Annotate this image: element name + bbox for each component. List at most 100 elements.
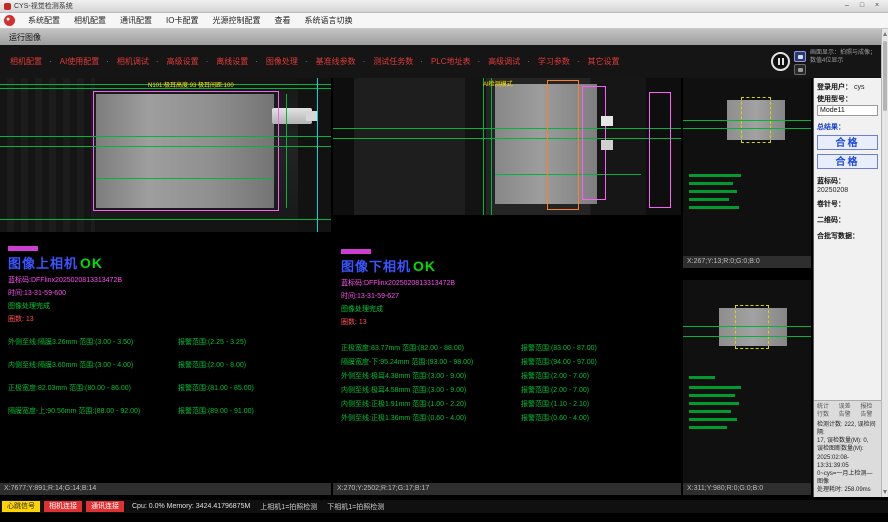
toolbar-right-controls: 画面显示：拍照与成像；数值4位显示	[771, 50, 876, 75]
measure-line-cyan	[317, 78, 318, 232]
thumbnail-view-2[interactable]	[683, 280, 811, 483]
login-user-label: 登录用户：	[817, 82, 852, 92]
toolbar-offline-settings[interactable]: 离线设置	[212, 56, 262, 67]
measurement-row: 内侧至线:隔膜3.60mm 范围:(3.00 - 4.00) 报警范围:(2.0…	[8, 360, 323, 370]
camera-image-lower[interactable]: AI检测模式	[333, 78, 681, 215]
measurement-list-upper: 外侧至线:隔膜3.26mm 范围:(3.00 - 3.50) 报警范围:(2.2…	[8, 337, 323, 416]
menu-item-system-config[interactable]: 系统配置	[21, 15, 67, 26]
result-title-upper: 图像上相机	[8, 256, 78, 271]
time-line-lower: 时间:13-31-59-627	[341, 291, 673, 301]
count-line-lower: 圈数: 13	[341, 317, 673, 327]
toolbar-learning-params[interactable]: 学习参数	[534, 56, 584, 67]
toolbar: 相机配置 AI使用配置 相机调试 高级设置 离线设置 图像处理 基准线参数 测试…	[0, 45, 888, 78]
scrollbar-thumb[interactable]	[883, 41, 887, 111]
tab-run-image-label: 运行图像	[9, 32, 41, 43]
toolbar-baseline-params[interactable]: 基准线参数	[312, 56, 370, 67]
lock-button[interactable]	[794, 51, 806, 62]
toolbar-camera-config[interactable]: 相机配置	[6, 56, 56, 67]
stats-line: 17, 误检数量(M): 0,	[817, 437, 878, 445]
pixel-coords-thumb-1: X:267;Y:13;R:0;G:0;B:0	[683, 256, 811, 268]
toolbar-image-processing[interactable]: 图像处理	[262, 56, 312, 67]
measurement-row: 外侧至线:隔膜3.26mm 范围:(3.00 - 3.50) 报警范围:(2.2…	[8, 337, 323, 347]
lower-camera-status: 下相机1=拍照检测	[327, 502, 384, 512]
result-panel-upper: 图像上相机OK 蓝标码:DFFlinx2025020813313472B 时间:…	[0, 232, 331, 483]
measurement-row: 正极宽度:83.77mm 范围:(82.00 - 88.00) 报警范围:(83…	[341, 343, 673, 353]
toolbar-ai-config[interactable]: AI使用配置	[56, 56, 113, 67]
toolbar-advanced-debug[interactable]: 高级调试	[484, 56, 534, 67]
measurement-row: 隔膜宽度-上:90.56mm 范围:(88.00 - 92.00) 报警范围:(…	[8, 406, 323, 416]
close-button[interactable]: ×	[870, 1, 884, 11]
minimize-button[interactable]: –	[840, 1, 854, 11]
stats-line: 2025:02:08-13:31:39:05	[817, 454, 878, 470]
barcode-line-upper: 蓝标码:DFFlinx2025020813313472B	[8, 275, 323, 285]
stats-tab-error[interactable]: 误差告警	[839, 403, 857, 419]
menu-item-language-switch[interactable]: 系统语言切换	[297, 15, 359, 26]
thumbnail-column: X:267;Y:13;R:0;G:0;B:0 X:311;Y:980;R:0;G…	[683, 78, 811, 495]
stats-tab-rows[interactable]: 统计行数	[817, 403, 835, 419]
scroll-up-icon[interactable]	[883, 32, 887, 36]
zoom-hint-text: 画面显示：拍照与成像；数值4位显示	[810, 50, 876, 66]
menu-item-camera-config[interactable]: 相机配置	[67, 15, 113, 26]
camera-view-lower: AI检测模式 图像下相机OK 蓝标码:DFFlinx20250208133134…	[333, 78, 681, 495]
menu-item-view[interactable]: 查看	[267, 15, 297, 26]
camera-view-upper: N101:极耳高度:93 极耳间距:100 图像上相机OK 蓝标码:DFFlin…	[0, 78, 331, 495]
result-tag-bar	[8, 246, 38, 251]
batch-code-value: 20250208	[817, 187, 878, 194]
result-title-lower: 图像下相机	[341, 259, 411, 274]
pause-button[interactable]	[771, 52, 790, 71]
statistics-block: 统计行数 误差告警 报检告警 检测计数: 222, 误检间隔: 17, 误检数量…	[814, 400, 881, 497]
count-line-upper: 圈数: 13	[8, 314, 323, 324]
brand-logo-icon	[4, 15, 15, 26]
roi-rect-magenta	[582, 86, 606, 200]
result-panel-lower: 图像下相机OK 蓝标码:DFFlinx2025020813313472B 时间:…	[333, 215, 681, 483]
pixel-coords-lower: X:270;Y:2502;R:17;G:17;B:17	[333, 483, 681, 495]
toolbar-advanced-settings[interactable]: 高级设置	[163, 56, 213, 67]
toolbar-other-settings[interactable]: 其它设置	[584, 56, 624, 67]
status-line-upper: 图像处理完成	[8, 301, 323, 311]
result-ok-upper: OK	[80, 255, 103, 271]
barcode-line-lower: 蓝标码:DFFlinx2025020813313472B	[341, 278, 673, 288]
stats-line: 处理耗时: 258.09ms	[817, 486, 878, 494]
measurement-row: 内侧至线:极耳4.58mm 范围:(3.00 - 9.00) 报警范围:(2.0…	[341, 385, 673, 395]
thumbnail-view-1[interactable]	[683, 78, 811, 256]
pixel-coords-upper: X:7677;Y:891;R:14;G:14;B:14	[0, 483, 331, 495]
maximize-button[interactable]: □	[855, 1, 869, 11]
qrcode-label: 二维码：	[817, 215, 878, 225]
stats-line: 误检图断数量(M):	[817, 445, 878, 453]
stats-tab-alarm[interactable]: 报检告警	[860, 403, 878, 419]
result-ok-lower: OK	[413, 258, 436, 274]
model-select[interactable]: Mode11	[817, 105, 878, 116]
titlebar: CYS-视觉检测系统 – □ ×	[0, 0, 888, 13]
vertical-scrollbar[interactable]	[881, 29, 888, 497]
batch-code-label: 蓝标码：	[817, 176, 878, 186]
comm-connection-indicator: 通讯连接	[86, 501, 124, 512]
camera-connection-indicator: 相机连接	[44, 501, 82, 512]
heartbeat-indicator: 心跳信号	[2, 501, 40, 512]
measurement-row: 内侧至线:正极1.91mm 范围:(1.00 - 2.20) 报警范围:(1.1…	[341, 399, 673, 409]
cpu-memory-text: Cpu: 0.0% Memory: 3424.41796875M	[132, 503, 250, 510]
app-icon	[4, 3, 11, 10]
measurement-row: 隔膜宽度-下:95.24mm 范围:(93.00 - 98.00) 报警范围:(…	[341, 357, 673, 367]
menu-item-io-config[interactable]: IO卡配置	[159, 15, 205, 26]
needle-no-label: 卷针号：	[817, 199, 878, 209]
measurement-list-lower: 正极宽度:83.77mm 范围:(82.00 - 88.00) 报警范围:(83…	[341, 343, 673, 423]
roi-rect-orange	[547, 80, 579, 210]
menu-item-light-config[interactable]: 光源控制配置	[205, 15, 267, 26]
toolbar-plc-address[interactable]: PLC地址表	[427, 56, 484, 67]
statusbar: 心跳信号 相机连接 通讯连接 Cpu: 0.0% Memory: 3424.41…	[0, 500, 888, 513]
measurement-row: 正极宽度:82.03mm 范围:(80.00 - 86.00) 报警范围:(81…	[8, 383, 323, 393]
scroll-down-icon[interactable]	[883, 490, 887, 494]
pause-icon	[778, 58, 780, 65]
result-badge-lower: 合格	[817, 154, 878, 169]
menubar: 系统配置 相机配置 通讯配置 IO卡配置 光源控制配置 查看 系统语言切换	[0, 13, 888, 29]
login-user-value: cys	[854, 84, 865, 91]
tab-run-image[interactable]: 运行图像	[0, 29, 888, 45]
stats-line: 0~cys=一月上检测—图像	[817, 470, 878, 486]
toolbar-test-tasks[interactable]: 测试任务数	[369, 56, 427, 67]
camera-image-upper[interactable]: N101:极耳高度:93 极耳间距:100	[0, 78, 331, 232]
menu-item-comm-config[interactable]: 通讯配置	[113, 15, 159, 26]
toolbar-buttons: 相机配置 AI使用配置 相机调试 高级设置 离线设置 图像处理 基准线参数 测试…	[6, 45, 806, 78]
snapshot-button[interactable]	[794, 64, 806, 75]
result-badge-upper: 合格	[817, 135, 878, 150]
toolbar-camera-debug[interactable]: 相机调试	[113, 56, 163, 67]
